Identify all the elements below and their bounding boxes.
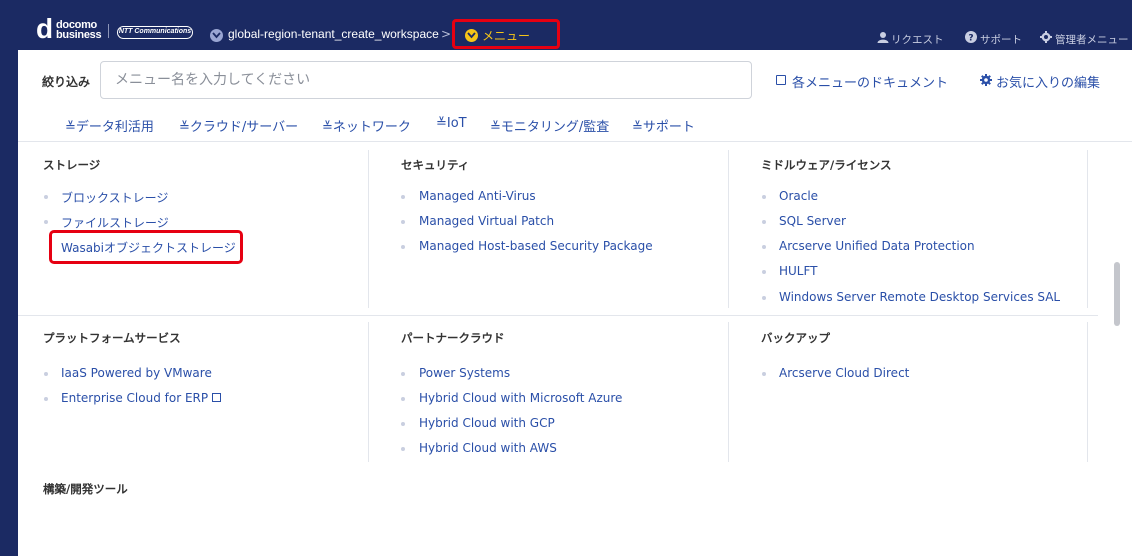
admin-menu-link[interactable]: 管理者メニュー [1055,32,1129,47]
help-icon: ? [965,31,977,43]
list-bullet [44,195,48,199]
section-title-backup: バックアップ [761,331,830,345]
filter-label: 絞り込み [42,75,91,89]
svg-text:?: ? [968,34,973,44]
check-circle-icon [210,29,223,42]
scrollbar-thumb[interactable] [1114,262,1120,326]
menu-item-managed-virtual-patch[interactable]: Managed Virtual Patch [419,214,554,228]
column-divider [368,322,369,462]
list-bullet [401,422,405,426]
list-bullet [762,270,766,274]
list-bullet [44,397,48,401]
menu-documents-link[interactable]: 各メニューのドキュメント [792,72,948,91]
list-bullet [762,245,766,249]
left-edge-background [0,0,18,556]
column-divider [368,150,369,308]
external-link-icon [212,393,222,402]
ntt-communications-logo: NTT Communications [117,26,193,39]
section-title-storage: ストレージ [43,158,101,172]
settings-icon [980,74,992,86]
section-title-platform-services: プラットフォームサービス [43,331,181,345]
tab-data-utilization[interactable]: ≚データ利活用 [65,116,154,135]
tab-support[interactable]: ≚サポート [632,116,695,135]
gear-icon [1040,31,1052,43]
list-bullet [401,220,405,224]
request-link[interactable]: リクエスト [891,32,944,47]
menu-button[interactable]: メニュー [452,19,560,49]
column-divider [1087,322,1088,462]
column-divider [728,150,729,308]
chevron-down-icon [465,29,478,42]
breadcrumb-chevron-icon: > [441,27,452,41]
menu-item-hybrid-aws[interactable]: Hybrid Cloud with AWS [419,441,557,455]
menu-item-arcserve-cloud-direct[interactable]: Arcserve Cloud Direct [779,366,909,380]
section-title-middleware: ミドルウェア/ライセンス [761,158,892,172]
tab-monitoring-audit[interactable]: ≚モニタリング/監査 [490,116,609,135]
edit-favorites-link[interactable]: お気に入りの編集 [996,72,1100,91]
docomo-business-logo[interactable]: d docomo business [36,15,106,43]
top-navigation-bar [0,0,1132,50]
menu-item-hybrid-azure[interactable]: Hybrid Cloud with Microsoft Azure [419,391,622,405]
menu-item-iaas-vmware[interactable]: IaaS Powered by VMware [61,366,212,380]
menu-item-power-systems[interactable]: Power Systems [419,366,510,380]
tab-cloud-server[interactable]: ≚クラウド/サーバー [179,116,298,135]
tab-network[interactable]: ≚ネットワーク [322,116,411,135]
list-bullet [762,220,766,224]
list-bullet [401,195,405,199]
section-title-partner-cloud: パートナークラウド [401,331,505,345]
menu-item-oracle[interactable]: Oracle [779,189,818,203]
list-bullet [762,372,766,376]
menu-search-input[interactable] [100,61,752,99]
tabs-divider [18,141,1132,142]
menu-item-enterprise-cloud-erp[interactable]: Enterprise Cloud for ERP [61,391,222,405]
list-bullet [44,220,48,224]
list-bullet [401,397,405,401]
menu-item-file-storage[interactable]: ファイルストレージ [61,214,169,231]
list-bullet [401,372,405,376]
menu-item-hulft[interactable]: HULFT [779,264,818,278]
list-bullet [44,372,48,376]
user-icon [877,32,889,43]
menu-item-managed-host-security[interactable]: Managed Host-based Security Package [419,239,653,253]
document-icon [776,75,786,85]
column-divider [1087,150,1088,308]
row-divider [18,315,1098,316]
menu-item-windows-rds-sal[interactable]: Windows Server Remote Desktop Services S… [779,290,1060,304]
list-bullet [401,447,405,451]
section-title-dev-tools: 構築/開発ツール [43,482,128,496]
section-title-security: セキュリティ [401,158,470,172]
list-bullet [762,296,766,300]
menu-item-hybrid-gcp[interactable]: Hybrid Cloud with GCP [419,416,555,430]
header-separator [108,24,109,38]
workspace-breadcrumb[interactable]: global-region-tenant_create_workspace [228,27,439,41]
menu-item-arcserve-udp[interactable]: Arcserve Unified Data Protection [779,239,975,253]
list-bullet [762,195,766,199]
tab-iot[interactable]: ≚IoT [436,116,467,131]
menu-item-sql-server[interactable]: SQL Server [779,214,846,228]
highlight-annotation [49,230,243,264]
menu-item-block-storage[interactable]: ブロックストレージ [61,189,168,206]
menu-item-managed-anti-virus[interactable]: Managed Anti-Virus [419,189,536,203]
menu-label: メニュー [482,29,531,43]
support-link[interactable]: サポート [980,32,1022,47]
column-divider [728,322,729,462]
list-bullet [401,245,405,249]
